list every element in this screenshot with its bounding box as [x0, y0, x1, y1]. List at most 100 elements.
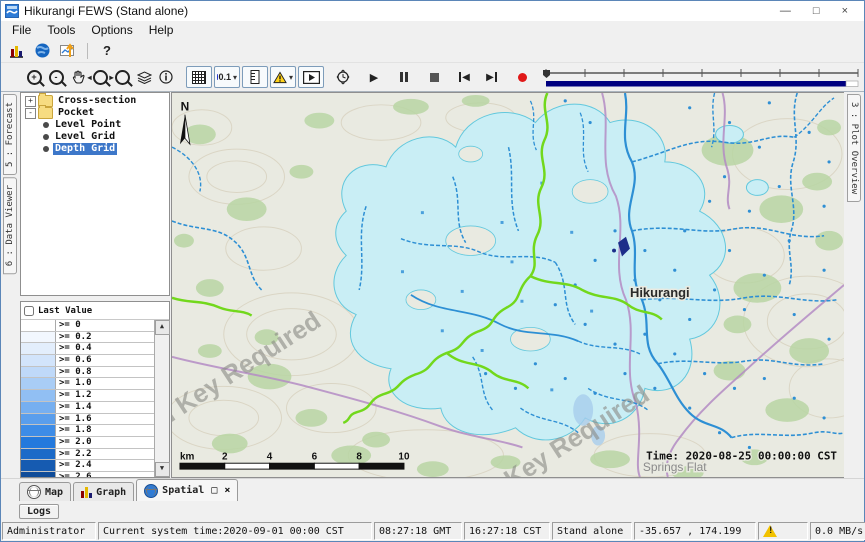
- tab-map[interactable]: Map: [19, 482, 71, 501]
- pause-button[interactable]: [394, 66, 414, 88]
- map-viewport[interactable]: API Key Required API Key Required Hikura…: [171, 92, 844, 478]
- grid-display-icon[interactable]: [186, 66, 212, 88]
- legend-row[interactable]: >= 1.6: [21, 414, 154, 426]
- spatial-display-globe-icon[interactable]: [31, 41, 53, 60]
- map-canvas[interactable]: API Key Required API Key Required Hikura…: [172, 93, 844, 477]
- legend-row[interactable]: >= 1.0: [21, 378, 154, 390]
- logs-button[interactable]: Logs: [19, 504, 59, 519]
- timeseries-dialog-icon[interactable]: [57, 41, 79, 60]
- zoom-previous-icon[interactable]: ◂: [90, 66, 110, 88]
- tab-spatial-label: Spatial: [162, 485, 204, 496]
- legend-color-swatch: [21, 320, 56, 331]
- status-user: Administrator: [2, 522, 96, 540]
- stop-button[interactable]: [424, 66, 444, 88]
- logs-row: Logs: [1, 501, 864, 521]
- expand-icon[interactable]: +: [25, 96, 36, 107]
- menu-options[interactable]: Options: [84, 22, 139, 38]
- record-button[interactable]: [512, 66, 532, 88]
- legend-row[interactable]: >= 2.6: [21, 472, 154, 477]
- pan-hand-icon[interactable]: [68, 66, 88, 88]
- left-panel: + Cross-section - Pocket Level Point Lev…: [19, 92, 171, 478]
- warning-threshold-dropdown[interactable]: ▾: [270, 66, 296, 88]
- status-mode: Stand alone: [552, 522, 632, 540]
- legend-row[interactable]: >= 2.0: [21, 437, 154, 449]
- tree-item-label[interactable]: Cross-section: [56, 95, 138, 107]
- warning-icon: [273, 71, 287, 84]
- folder-icon: [38, 107, 53, 119]
- timer-settings-icon[interactable]: [333, 66, 353, 88]
- animation-panel-icon[interactable]: [298, 66, 324, 88]
- minimize-button[interactable]: —: [780, 4, 791, 18]
- tree-item-label-selected[interactable]: Depth Grid: [53, 143, 117, 155]
- legend-row[interactable]: >= 0.4: [21, 343, 154, 355]
- legend-row[interactable]: >= 0: [21, 320, 154, 332]
- tree-item-pocket[interactable]: - Pocket: [21, 107, 169, 119]
- menu-help[interactable]: Help: [142, 22, 181, 38]
- menu-file[interactable]: File: [5, 22, 38, 38]
- legend-row[interactable]: >= 0.2: [21, 332, 154, 344]
- scroll-up-icon[interactable]: ▲: [155, 320, 170, 335]
- collapse-icon[interactable]: -: [25, 108, 36, 119]
- legend-row-label: >= 1.8: [56, 425, 154, 436]
- tree-item-depth-grid[interactable]: Depth Grid: [21, 143, 169, 155]
- play-button[interactable]: ▶: [364, 66, 384, 88]
- scale-ruler-icon[interactable]: [242, 66, 268, 88]
- main-toolbar: ?: [1, 39, 864, 63]
- layers-icon[interactable]: [134, 66, 154, 88]
- chevron-down-icon: ▾: [289, 73, 293, 82]
- tree-item-label[interactable]: Pocket: [56, 107, 96, 119]
- tab-data-viewer[interactable]: 6 : Data Viewer: [3, 177, 17, 274]
- tab-close-icon[interactable]: ×: [224, 485, 230, 496]
- step-forward-button[interactable]: ▶: [482, 66, 502, 88]
- help-icon[interactable]: ?: [96, 41, 118, 60]
- step-back-button[interactable]: ◀: [454, 66, 474, 88]
- zoom-out-icon[interactable]: -: [46, 66, 66, 88]
- legend-row[interactable]: >= 0.8: [21, 367, 154, 379]
- tab-forecast[interactable]: 5 : Forecast: [3, 94, 17, 175]
- tab-plot-overview[interactable]: 3 : Plot Overview: [847, 94, 861, 202]
- legend-row-label: >= 1.0: [56, 378, 154, 389]
- threshold-value: 0.1: [218, 72, 231, 82]
- menu-tools[interactable]: Tools: [40, 22, 82, 38]
- tree-item-level-point[interactable]: Level Point: [21, 119, 169, 131]
- legend-row[interactable]: >= 1.4: [21, 402, 154, 414]
- legend-scrollbar[interactable]: ▲ ▼: [155, 320, 169, 477]
- svg-text:6: 6: [312, 451, 318, 462]
- tree-item-label[interactable]: Level Point: [53, 119, 123, 131]
- bullet-icon: [43, 146, 49, 152]
- status-coordinates: -35.657 , 174.199: [634, 522, 756, 540]
- maximize-button[interactable]: □: [813, 4, 820, 18]
- legend-row[interactable]: >= 1.8: [21, 425, 154, 437]
- tab-maximize-icon[interactable]: □: [211, 485, 217, 496]
- threshold-dropdown[interactable]: 0.1 ▾: [214, 66, 240, 88]
- legend-row-label: >= 0.8: [56, 367, 154, 378]
- legend-row[interactable]: >= 2.4: [21, 460, 154, 472]
- blue-globe-icon: [144, 484, 158, 498]
- time-slider[interactable]: [541, 65, 863, 89]
- tree-item-label[interactable]: Level Grid: [53, 131, 117, 143]
- timeline-coverage-bar: [546, 81, 846, 87]
- legend-color-swatch: [21, 460, 56, 471]
- status-warning-cell[interactable]: [758, 522, 808, 540]
- scroll-down-icon[interactable]: ▼: [155, 462, 170, 477]
- layer-tree: + Cross-section - Pocket Level Point Lev…: [20, 92, 170, 296]
- zoom-next-icon[interactable]: ▸: [112, 66, 132, 88]
- svg-text:4: 4: [267, 451, 273, 462]
- last-value-checkbox[interactable]: [24, 306, 34, 316]
- tree-item-level-grid[interactable]: Level Grid: [21, 131, 169, 143]
- tab-spatial[interactable]: Spatial □ ×: [136, 479, 238, 501]
- legend-row[interactable]: >= 2.2: [21, 449, 154, 461]
- right-tab-strip: 3 : Plot Overview: [844, 92, 864, 478]
- legend-row[interactable]: >= 0.6: [21, 355, 154, 367]
- legend-color-swatch: [21, 355, 56, 366]
- data-explorer-icon[interactable]: [5, 41, 27, 60]
- svg-text:2: 2: [222, 451, 228, 462]
- svg-text:km: km: [180, 451, 195, 462]
- tab-graph[interactable]: Graph: [73, 482, 134, 501]
- close-button[interactable]: ×: [842, 4, 848, 18]
- legend-row[interactable]: >= 1.2: [21, 390, 154, 402]
- legend-row-label: >= 0.2: [56, 332, 154, 343]
- main-area: 5 : Forecast 6 : Data Viewer + Cross-sec…: [1, 92, 864, 478]
- info-icon[interactable]: [156, 66, 176, 88]
- zoom-in-icon[interactable]: +: [24, 66, 44, 88]
